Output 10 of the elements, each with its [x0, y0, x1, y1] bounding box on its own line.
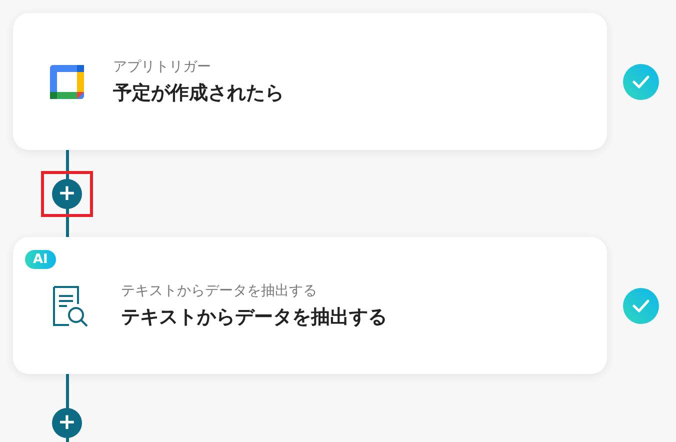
step-title: 予定が作成されたら: [113, 80, 284, 106]
calendar-icon: [49, 64, 85, 100]
step-caption: アプリトリガー: [113, 58, 212, 76]
ai-badge: AI: [25, 250, 56, 269]
step-title: テキストからデータを抽出する: [121, 304, 387, 330]
step-card[interactable]: AI テキストからデータを抽出する テキストからデータを抽出する: [13, 237, 607, 374]
add-step-button[interactable]: +: [52, 178, 82, 208]
step-caption: テキストからデータを抽出する: [121, 282, 318, 300]
step-card[interactable]: アプリトリガー 予定が作成されたら: [13, 13, 607, 150]
add-step-button[interactable]: +: [52, 408, 82, 438]
